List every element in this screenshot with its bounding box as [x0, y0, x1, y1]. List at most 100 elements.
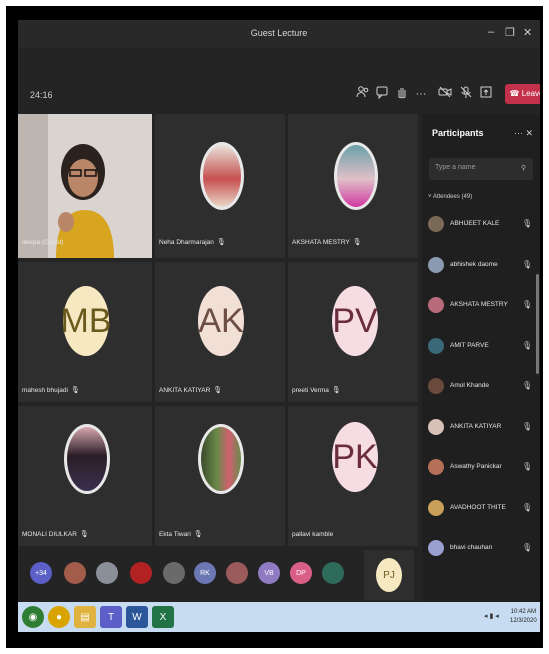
participant-name: AVADHOOT THITE: [450, 503, 506, 511]
participant-row[interactable]: abhishek daome 🎙: [422, 249, 540, 290]
strip-avatar[interactable]: [130, 562, 152, 584]
participants-icon[interactable]: [354, 85, 372, 103]
tile-name: mahesh bhujadi 🎙: [22, 387, 80, 394]
avatar: [334, 142, 378, 210]
strip-avatar-vb[interactable]: VB: [258, 562, 280, 584]
participant-row[interactable]: ANKITA KATIYAR 🎙: [422, 411, 540, 452]
video-tile-preeti[interactable]: PV preeti Verma 🎙: [288, 262, 418, 402]
participant-row[interactable]: bhavi chauhan 🎙: [422, 532, 540, 573]
avatar: [428, 297, 444, 313]
teams-window: Guest Lecture – ❐ ✕ 24:16 ··· ☎ Leave: [18, 20, 540, 632]
camera-off-icon[interactable]: [436, 85, 454, 103]
participant-row[interactable]: AKSHATA MESTRY 🎙: [422, 289, 540, 330]
video-tile-pallavi[interactable]: PK pallavi kamble: [288, 406, 418, 546]
share-tray-icon[interactable]: [477, 85, 495, 103]
mic-off-icon[interactable]: [457, 85, 475, 103]
strip-avatar-rk[interactable]: RK: [194, 562, 216, 584]
meeting-timer: 24:16: [30, 90, 53, 100]
tile-name: deepa (Guest): [22, 239, 64, 246]
video-tile-deepa[interactable]: deepa (Guest): [18, 114, 152, 258]
minimize-button[interactable]: –: [488, 26, 494, 38]
avatar: [428, 499, 444, 516]
mic-off-icon: 🎙: [522, 340, 533, 350]
mic-off-icon: 🎙: [79, 531, 89, 538]
avatar-initials: AK: [198, 286, 244, 356]
strip-avatar[interactable]: [96, 562, 118, 584]
strip-avatar[interactable]: [64, 562, 86, 584]
tile-name: AKSHATA MESTRY 🎙: [292, 239, 362, 246]
participant-row[interactable]: Aswathy Panickar 🎙: [422, 451, 540, 492]
participant-row[interactable]: AVADHOOT THITE 🎙: [422, 492, 540, 533]
leave-button[interactable]: ☎ Leave: [505, 84, 540, 104]
mic-off-icon: 🎙: [522, 300, 533, 309]
chrome-icon[interactable]: ●: [48, 606, 70, 628]
restore-button[interactable]: ❐: [505, 26, 515, 39]
video-tile-akshata[interactable]: AKSHATA MESTRY 🎙: [288, 114, 418, 258]
word-icon[interactable]: W: [126, 606, 148, 628]
mic-off-icon: 🎙: [331, 387, 341, 394]
video-tile-ekta[interactable]: Ekta Tiwari 🎙: [155, 406, 285, 546]
title-bar: Guest Lecture – ❐ ✕: [18, 20, 540, 48]
tile-name: Neha Dharmarajan 🎙: [159, 239, 226, 246]
participant-row[interactable]: AMIT PARVE 🎙: [422, 330, 540, 371]
participant-row[interactable]: ABHIJEET KALE 🎙: [422, 208, 540, 249]
tile-name: MONALI DIULKAR 🎙: [22, 531, 89, 538]
overflow-count[interactable]: +34: [30, 562, 52, 584]
search-placeholder: Type a name: [435, 164, 476, 171]
avatar: [428, 216, 444, 232]
mic-off-icon: 🎙: [522, 543, 533, 552]
participants-panel: Participants ··· ✕ Type a name ⚲ ˅ Atten…: [422, 114, 540, 632]
video-tile-ankita[interactable]: AK ANKITA KATIYAR 🎙: [155, 262, 285, 402]
teams-icon[interactable]: T: [100, 606, 122, 628]
mic-off-icon: 🎙: [193, 531, 203, 538]
video-tile-pj[interactable]: PJ: [364, 550, 414, 600]
video-tile-neha[interactable]: Neha Dharmarajan 🎙: [155, 114, 285, 258]
participant-list: ABHIJEET KALE 🎙 abhishek daome 🎙 AKSHATA M…: [422, 208, 540, 573]
panel-close-button[interactable]: ··· ✕: [514, 128, 533, 139]
avatar: [428, 337, 444, 354]
participant-strip: +34 RK VB DP PJ: [18, 546, 422, 602]
avatar-initials: MB: [61, 286, 112, 356]
participant-row[interactable]: Amol Khande 🎙: [422, 370, 540, 411]
strip-avatar[interactable]: [226, 562, 248, 584]
strip-avatar[interactable]: [163, 562, 185, 584]
participant-search-input[interactable]: Type a name ⚲: [429, 158, 533, 180]
windows-taskbar: ◉ ● ▤ T W X ◂ ▮ ◂ 10:42 AM 12/3/2020: [18, 602, 540, 632]
avatar-initials: PK: [332, 422, 378, 492]
mic-off-icon: 🎙: [522, 259, 533, 269]
excel-icon[interactable]: X: [152, 606, 174, 628]
mic-off-icon: 🎙: [216, 239, 226, 246]
tray-icons[interactable]: ◂ ▮ ◂: [484, 612, 499, 620]
mic-off-icon: 🎙: [522, 462, 533, 471]
participant-name: ANKITA KATIYAR: [450, 422, 502, 430]
video-tile-mahesh[interactable]: MB mahesh bhujadi 🎙: [18, 262, 152, 402]
raise-hand-icon[interactable]: [393, 85, 411, 103]
strip-avatar[interactable]: [322, 562, 344, 584]
mic-off-icon: 🎙: [522, 219, 533, 228]
avatar: [428, 256, 444, 273]
presenter-video: [18, 114, 152, 258]
chat-icon[interactable]: [373, 85, 391, 103]
attendees-header[interactable]: ˅ Attendees (49): [428, 194, 472, 200]
participant-name: AKSHATA MESTRY: [450, 301, 508, 308]
participant-name: Aswathy Panickar: [450, 463, 502, 470]
avatar: [198, 424, 244, 494]
mic-off-icon: 🎙: [522, 421, 533, 431]
avatar: [64, 424, 110, 494]
system-clock[interactable]: 10:42 AM 12/3/2020: [510, 608, 537, 626]
video-tile-monali[interactable]: MONALI DIULKAR 🎙: [18, 406, 152, 546]
tile-name: preeti Verma 🎙: [292, 387, 341, 394]
close-button[interactable]: ✕: [523, 26, 532, 39]
tile-name: pallavi kamble: [292, 531, 334, 538]
mic-off-icon: 🎙: [70, 387, 80, 394]
leave-label: Leave: [521, 89, 540, 98]
strip-avatar-dp[interactable]: DP: [290, 562, 312, 584]
avatar: [428, 418, 444, 435]
meeting-toolbar: 24:16 ··· ☎ Leave: [18, 48, 540, 115]
start-button[interactable]: ◉: [22, 606, 44, 628]
more-icon[interactable]: ···: [412, 85, 430, 103]
panel-scrollbar[interactable]: [536, 274, 539, 374]
explorer-icon[interactable]: ▤: [74, 606, 96, 628]
add-person-icon[interactable]: ⚲: [521, 164, 526, 172]
mic-off-icon: 🎙: [522, 502, 533, 512]
